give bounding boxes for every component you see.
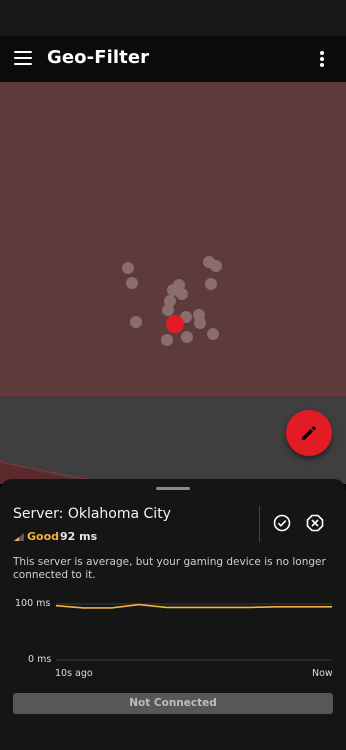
x-tick-label: Now — [312, 668, 333, 679]
server-description: This server is average, but your gaming … — [13, 556, 326, 581]
hamburger-menu-icon[interactable] — [14, 51, 32, 65]
latency-series-line — [55, 603, 332, 609]
divider — [259, 506, 260, 542]
server-marker[interactable] — [126, 277, 138, 289]
server-marker[interactable] — [122, 262, 134, 274]
y-tick-label: 0 ms — [28, 654, 52, 665]
geo-filter-region[interactable] — [0, 82, 346, 395]
server-marker[interactable] — [207, 328, 219, 340]
y-tick-label: 100 ms — [15, 598, 51, 609]
server-marker[interactable] — [162, 304, 174, 316]
block-octagon-icon[interactable] — [306, 514, 324, 532]
drag-handle[interactable] — [156, 487, 190, 490]
status-bar — [0, 0, 346, 36]
more-vert-icon[interactable] — [314, 50, 330, 68]
server-title: Server: Oklahoma City — [13, 506, 171, 522]
server-marker[interactable] — [130, 316, 142, 328]
app-title: Geo-Filter — [47, 47, 150, 68]
check-circle-icon[interactable] — [273, 514, 291, 532]
server-marker[interactable] — [176, 288, 188, 300]
server-marker[interactable] — [161, 334, 173, 346]
latency-value: 92 ms — [60, 530, 98, 543]
server-marker[interactable] — [181, 331, 193, 343]
edit-fab-button[interactable] — [286, 410, 332, 456]
server-marker[interactable] — [194, 317, 206, 329]
app-bar: Geo-Filter — [0, 36, 346, 82]
selected-server-marker[interactable] — [166, 315, 184, 333]
signal-strength-icon — [14, 533, 24, 541]
x-tick-label: 10s ago — [55, 668, 93, 679]
connection-quality: Good — [27, 530, 60, 543]
server-marker[interactable] — [210, 260, 222, 272]
connection-status-button[interactable]: Not Connected — [13, 693, 333, 714]
pencil-icon — [302, 426, 316, 440]
server-bottom-sheet: Server: Oklahoma City Good 92 ms This se… — [0, 479, 346, 750]
latency-chart — [55, 603, 332, 661]
server-marker[interactable] — [205, 278, 217, 290]
